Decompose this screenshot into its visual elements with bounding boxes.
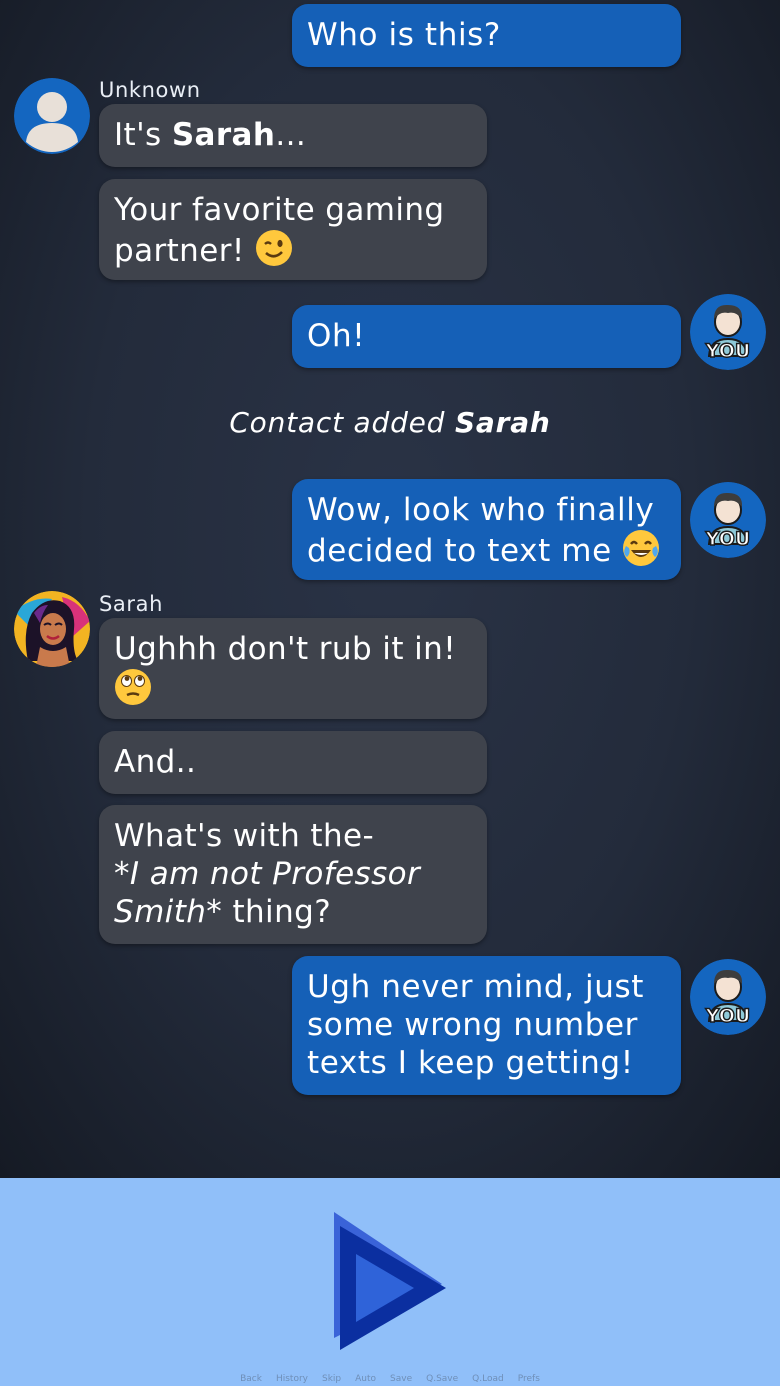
user-you-icon: YOU <box>690 959 766 1035</box>
contact-name: Sarah <box>454 406 551 439</box>
winking-face-icon <box>255 229 293 276</box>
auto-button[interactable]: Auto <box>355 1374 376 1386</box>
quick-load-button[interactable]: Q.Load <box>472 1374 504 1386</box>
user-you-icon: YOU <box>690 294 766 370</box>
incoming-message: It's Sarah... <box>99 104 487 167</box>
back-button[interactable]: Back <box>240 1374 262 1386</box>
incoming-message: Ughhh don't rub it in! <box>99 618 487 719</box>
face-with-tears-of-joy-icon <box>622 529 660 576</box>
sender-name: Unknown <box>99 78 201 102</box>
user-avatar: YOU <box>690 294 766 370</box>
skip-button[interactable]: Skip <box>322 1374 341 1386</box>
outgoing-message: Ugh never mind, just some wrong number t… <box>292 956 681 1095</box>
outgoing-message: Wow, look who finally decided to text me <box>292 479 681 580</box>
unknown-contact-avatar <box>14 78 90 154</box>
outgoing-message: Oh! <box>292 305 681 368</box>
chat-area: Who is this? Unknown It's Sarah... Your … <box>0 0 780 1178</box>
person-silhouette-icon <box>14 78 90 154</box>
incoming-message: What's with the- *I am not Professor Smi… <box>99 805 487 944</box>
preferences-button[interactable]: Prefs <box>518 1374 540 1386</box>
svg-text:YOU: YOU <box>705 528 751 550</box>
save-button[interactable]: Save <box>390 1374 412 1386</box>
play-icon <box>334 1212 446 1350</box>
quick-menu: Back History Skip Auto Save Q.Save Q.Loa… <box>0 1374 780 1386</box>
svg-text:YOU: YOU <box>705 340 751 362</box>
quick-save-button[interactable]: Q.Save <box>426 1374 458 1386</box>
sarah-avatar <box>14 591 90 667</box>
incoming-message: Your favorite gaming partner! <box>99 179 487 280</box>
history-button[interactable]: History <box>276 1374 308 1386</box>
svg-text:YOU: YOU <box>705 1005 751 1027</box>
continue-play-button[interactable] <box>330 1210 450 1354</box>
sarah-portrait-icon <box>14 591 90 667</box>
outgoing-message: Who is this? <box>292 4 681 67</box>
system-notice: Contact added Sarah <box>229 406 551 439</box>
user-you-icon: YOU <box>690 482 766 558</box>
incoming-message: And.. <box>99 731 487 794</box>
sender-name: Sarah <box>99 592 164 616</box>
user-avatar: YOU <box>690 959 766 1035</box>
bold-name: Sarah <box>171 117 276 153</box>
face-with-rolling-eyes-icon <box>114 668 152 715</box>
user-avatar: YOU <box>690 482 766 558</box>
message-text: Who is this? <box>307 17 501 53</box>
